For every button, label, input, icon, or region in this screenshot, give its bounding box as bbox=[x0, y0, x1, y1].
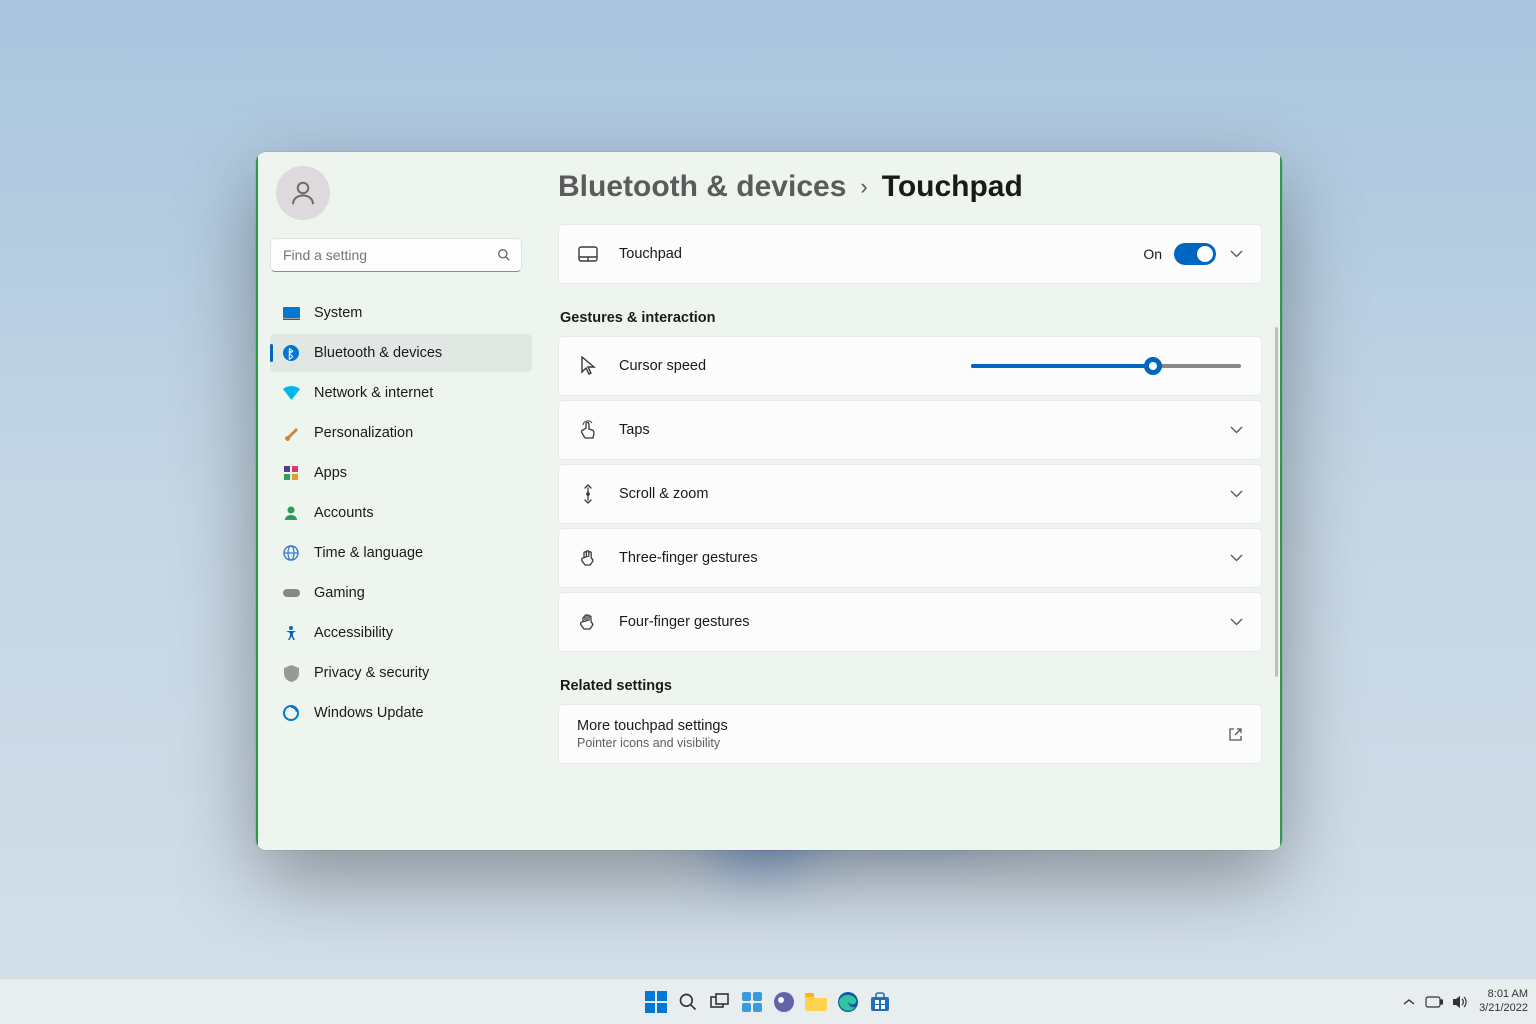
cursor-speed-slider[interactable] bbox=[971, 364, 1241, 368]
sidebar-item-apps[interactable]: Apps bbox=[270, 454, 532, 492]
teams-chat[interactable] bbox=[771, 989, 797, 1015]
section-related-title: Related settings bbox=[560, 678, 1262, 694]
taskbar-clock[interactable]: 8:01 AM 3/21/2022 bbox=[1479, 988, 1528, 1014]
file-explorer[interactable] bbox=[803, 989, 829, 1015]
sidebar-item-windows-update[interactable]: Windows Update bbox=[270, 694, 532, 732]
breadcrumb-parent[interactable]: Bluetooth & devices bbox=[558, 170, 846, 204]
wifi-icon bbox=[282, 384, 300, 402]
taskbar-search[interactable] bbox=[675, 989, 701, 1015]
four-finger-icon bbox=[577, 611, 599, 633]
section-gestures-title: Gestures & interaction bbox=[560, 310, 1262, 326]
touchpad-toggle[interactable] bbox=[1174, 243, 1216, 265]
search-icon bbox=[497, 248, 511, 262]
taps-row[interactable]: Taps bbox=[558, 400, 1262, 460]
start-button[interactable] bbox=[643, 989, 669, 1015]
search-field[interactable] bbox=[283, 247, 497, 263]
cursor-icon bbox=[577, 355, 599, 377]
search-input[interactable] bbox=[270, 238, 522, 272]
sidebar-item-accessibility[interactable]: Accessibility bbox=[270, 614, 532, 652]
volume-icon[interactable] bbox=[1453, 995, 1469, 1009]
tray-chevron-icon[interactable] bbox=[1403, 998, 1415, 1006]
chevron-down-icon bbox=[1230, 490, 1243, 498]
sidebar-item-system[interactable]: System bbox=[270, 294, 532, 332]
three-finger-icon bbox=[577, 547, 599, 569]
sidebar-item-label: Accounts bbox=[314, 505, 374, 521]
sidebar-item-network[interactable]: Network & internet bbox=[270, 374, 532, 412]
breadcrumb: Bluetooth & devices › Touchpad bbox=[558, 170, 1262, 204]
sidebar-item-label: Personalization bbox=[314, 425, 413, 441]
brush-icon bbox=[282, 424, 300, 442]
scroll-zoom-label: Scroll & zoom bbox=[619, 486, 1216, 502]
page-title: Touchpad bbox=[882, 170, 1023, 204]
touchpad-icon bbox=[577, 243, 599, 265]
sidebar-item-gaming[interactable]: Gaming bbox=[270, 574, 532, 612]
cursor-speed-row: Cursor speed bbox=[558, 336, 1262, 396]
sidebar-item-label: Network & internet bbox=[314, 385, 433, 401]
edge-browser[interactable] bbox=[835, 989, 861, 1015]
taskbar[interactable]: 8:01 AM 3/21/2022 bbox=[0, 978, 1536, 1024]
chevron-down-icon bbox=[1230, 250, 1243, 258]
touchpad-label: Touchpad bbox=[619, 246, 1143, 262]
chevron-right-icon: › bbox=[860, 174, 867, 200]
sidebar-item-accounts[interactable]: Accounts bbox=[270, 494, 532, 532]
touchpad-master-row[interactable]: Touchpad On bbox=[558, 224, 1262, 284]
sidebar-item-label: Apps bbox=[314, 465, 347, 481]
sidebar-item-label: System bbox=[314, 305, 362, 321]
chevron-down-icon bbox=[1230, 618, 1243, 626]
bluetooth-icon bbox=[282, 344, 300, 362]
scroll-icon bbox=[577, 483, 599, 505]
three-finger-row[interactable]: Three-finger gestures bbox=[558, 528, 1262, 588]
more-touchpad-settings-row[interactable]: More touchpad settings Pointer icons and… bbox=[558, 704, 1262, 764]
more-settings-sublabel: Pointer icons and visibility bbox=[577, 736, 1214, 750]
update-icon bbox=[282, 704, 300, 722]
person-icon bbox=[288, 178, 318, 208]
system-icon bbox=[282, 304, 300, 322]
scroll-zoom-row[interactable]: Scroll & zoom bbox=[558, 464, 1262, 524]
scrollbar[interactable] bbox=[1275, 327, 1278, 677]
apps-icon bbox=[282, 464, 300, 482]
sidebar-item-personalization[interactable]: Personalization bbox=[270, 414, 532, 452]
open-external-icon bbox=[1228, 727, 1243, 742]
date-text: 3/21/2022 bbox=[1479, 1002, 1528, 1015]
chevron-down-icon bbox=[1230, 426, 1243, 434]
account-avatar[interactable] bbox=[276, 166, 330, 220]
taps-label: Taps bbox=[619, 422, 1216, 438]
widgets[interactable] bbox=[739, 989, 765, 1015]
more-settings-label: More touchpad settings bbox=[577, 718, 1214, 734]
chevron-down-icon bbox=[1230, 554, 1243, 562]
gaming-icon bbox=[282, 584, 300, 602]
time-text: 8:01 AM bbox=[1488, 988, 1528, 1001]
shield-icon bbox=[282, 664, 300, 682]
four-finger-label: Four-finger gestures bbox=[619, 614, 1216, 630]
battery-icon[interactable] bbox=[1425, 996, 1443, 1008]
sidebar: System Bluetooth & devices Network & int… bbox=[256, 152, 536, 850]
settings-window: System Bluetooth & devices Network & int… bbox=[256, 152, 1282, 850]
sidebar-item-privacy[interactable]: Privacy & security bbox=[270, 654, 532, 692]
tap-icon bbox=[577, 419, 599, 441]
accessibility-icon bbox=[282, 624, 300, 642]
sidebar-item-label: Bluetooth & devices bbox=[314, 345, 442, 361]
sidebar-item-bluetooth-devices[interactable]: Bluetooth & devices bbox=[270, 334, 532, 372]
globe-icon bbox=[282, 544, 300, 562]
task-view[interactable] bbox=[707, 989, 733, 1015]
sidebar-item-label: Privacy & security bbox=[314, 665, 429, 681]
sidebar-item-label: Windows Update bbox=[314, 705, 424, 721]
microsoft-store[interactable] bbox=[867, 989, 893, 1015]
sidebar-item-label: Time & language bbox=[314, 545, 423, 561]
cursor-speed-label: Cursor speed bbox=[619, 358, 971, 374]
three-finger-label: Three-finger gestures bbox=[619, 550, 1216, 566]
toggle-status: On bbox=[1143, 246, 1162, 262]
four-finger-row[interactable]: Four-finger gestures bbox=[558, 592, 1262, 652]
content-pane: Bluetooth & devices › Touchpad Touchpad … bbox=[536, 152, 1282, 850]
sidebar-item-label: Accessibility bbox=[314, 625, 393, 641]
accounts-icon bbox=[282, 504, 300, 522]
sidebar-item-label: Gaming bbox=[314, 585, 365, 601]
sidebar-item-time-language[interactable]: Time & language bbox=[270, 534, 532, 572]
